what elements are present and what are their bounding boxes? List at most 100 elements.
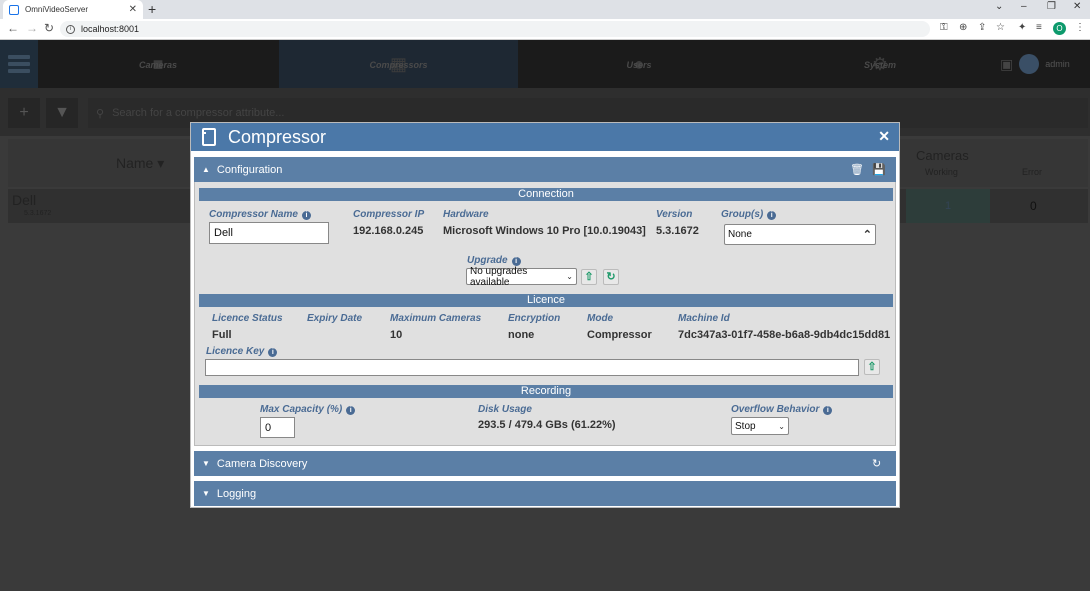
version-label: Version	[656, 209, 693, 220]
avatar	[1019, 54, 1040, 74]
search-icon: ⚲	[96, 107, 105, 120]
user-menu[interactable]: ▣ admin	[1000, 40, 1090, 88]
licence-status-value: Full	[212, 329, 232, 341]
max-capacity-label: Max Capacity (%) i	[260, 404, 356, 415]
error-column-header: Error	[1022, 167, 1042, 177]
recording-section-header: Recording	[199, 385, 893, 398]
trash-icon[interactable]: 🗑	[850, 163, 864, 176]
new-tab-icon[interactable]: +	[148, 1, 156, 17]
upload-licence-icon[interactable]: ⇧	[864, 359, 880, 375]
info-icon[interactable]: i	[301, 211, 311, 220]
tab-title: OmniVideoServer	[25, 5, 88, 14]
upgrade-label: Upgrade i	[467, 255, 521, 266]
row-working: 1	[906, 189, 990, 223]
machine-id-value: 7dc347a3-01f7-458e-b6a8-9db4dc15dd81	[678, 329, 891, 341]
machine-id-label: Machine Id	[678, 313, 730, 324]
groups-selected: None	[728, 229, 752, 240]
reload-icon[interactable]: ↻	[44, 21, 54, 35]
licence-key-input[interactable]	[205, 359, 859, 376]
chevron-up-icon: ⌃	[862, 229, 872, 241]
search-placeholder: Search for a compressor attribute...	[112, 107, 285, 119]
logging-label: Logging	[216, 487, 257, 500]
site-info-icon[interactable]: i	[66, 24, 75, 34]
address-input[interactable]: i localhost:8001	[60, 21, 930, 37]
nav-users[interactable]: ● Users	[519, 40, 759, 88]
max-capacity-input[interactable]	[260, 417, 295, 438]
licence-key-label: Licence Key i	[206, 346, 278, 357]
connection-section-header: Connection	[199, 188, 893, 201]
encryption-label: Encryption	[508, 313, 561, 324]
info-icon[interactable]: i	[268, 348, 278, 357]
expiry-date-label: Expiry Date	[307, 313, 363, 324]
info-icon[interactable]: i	[767, 211, 777, 220]
key-icon[interactable]: ⚿	[940, 22, 948, 33]
restore-icon[interactable]: ❐	[1047, 1, 1056, 12]
more-icon[interactable]: ⋮	[1075, 22, 1085, 33]
save-icon[interactable]: 💾	[872, 163, 886, 176]
nav-cameras[interactable]: ■ Cameras	[38, 40, 278, 88]
refresh-icon[interactable]: ↻	[603, 269, 619, 285]
language-icon[interactable]: ▣	[1000, 56, 1013, 73]
nav-cameras-label: Cameras	[138, 60, 178, 70]
overflow-behavior-select[interactable]: Stop ⌄	[731, 417, 789, 435]
caret-down-icon: ▼	[202, 489, 210, 498]
nav-compressors-label: Compressors	[369, 60, 428, 70]
info-icon[interactable]: i	[823, 406, 833, 415]
compressor-ip-label: Compressor IP	[353, 209, 425, 220]
upload-icon[interactable]: ⇧	[581, 269, 597, 285]
mode-label: Mode	[587, 313, 614, 324]
configuration-panel-header[interactable]: ▲ Configuration 🗑 💾	[194, 157, 896, 182]
nav-system[interactable]: ⚙ System	[760, 40, 1000, 88]
filter-button[interactable]: ▼	[46, 98, 78, 128]
name-column-header[interactable]: Name ▾	[116, 155, 164, 172]
logging-panel-header[interactable]: ▼ Logging	[194, 481, 896, 506]
compressor-name-input[interactable]	[209, 222, 329, 244]
upgrade-select[interactable]: No upgrades available ⌄	[466, 265, 577, 288]
nav-system-label: System	[863, 60, 897, 70]
compressor-dialog: Compressor ✕ ▲ Configuration 🗑 💾 Connect…	[190, 122, 900, 508]
user-name: admin	[1045, 59, 1070, 69]
groups-select[interactable]: None ⌃	[724, 224, 876, 245]
compressor-name-label: Compressor Name i	[209, 209, 311, 220]
forward-icon[interactable]: →	[26, 21, 38, 35]
close-tab-icon[interactable]: ✕	[129, 4, 137, 15]
upgrade-selected: No upgrades available	[470, 265, 528, 288]
browser-tab-bar: OmniVideoServer ✕ + ⌄ – ❐ ✕	[0, 0, 1090, 19]
close-icon[interactable]: ✕	[878, 128, 890, 145]
row-version: 5.3.1672	[24, 210, 52, 217]
max-cameras-label: Maximum Cameras	[390, 313, 482, 324]
camera-discovery-panel-header[interactable]: ▼ Camera Discovery ↻	[194, 451, 896, 476]
hardware-value: Microsoft Windows 10 Pro [10.0.19043]	[443, 225, 646, 237]
refresh-icon[interactable]: ↻	[872, 457, 881, 470]
share-icon[interactable]: ⇪	[978, 22, 986, 33]
zoom-icon[interactable]: ⊕	[959, 22, 967, 33]
licence-status-label: Licence Status	[212, 313, 283, 324]
star-icon[interactable]: ☆	[996, 22, 1005, 33]
reading-list-icon[interactable]: ≡	[1036, 22, 1042, 33]
camera-discovery-label: Camera Discovery	[216, 457, 308, 470]
disk-usage-value: 293.5 / 479.4 GBs (61.22%)	[478, 419, 616, 431]
mode-value: Compressor	[587, 329, 652, 341]
extensions-icon[interactable]: ✦	[1018, 22, 1026, 33]
chevron-down-icon: ⌄	[566, 272, 573, 281]
chip-icon	[202, 128, 216, 146]
dialog-title: Compressor	[228, 126, 327, 147]
compressor-ip-value: 192.168.0.245	[353, 225, 424, 237]
profile-avatar[interactable]: O	[1053, 22, 1066, 35]
add-button[interactable]: +	[8, 98, 40, 128]
info-icon[interactable]: i	[346, 406, 356, 415]
minimize-icon[interactable]: –	[1021, 1, 1027, 12]
hardware-label: Hardware	[443, 209, 489, 220]
close-window-icon[interactable]: ✕	[1073, 1, 1081, 12]
nav-compressors[interactable]: ▦ Compressors	[279, 40, 518, 88]
disk-usage-label: Disk Usage	[478, 404, 532, 415]
back-icon[interactable]: ←	[7, 21, 19, 35]
menu-button[interactable]	[0, 40, 38, 88]
row-error: 0	[1030, 199, 1037, 213]
encryption-value: none	[508, 329, 535, 341]
chevron-down-icon[interactable]: ⌄	[995, 1, 1003, 12]
browser-tab[interactable]: OmniVideoServer ✕	[3, 0, 143, 19]
page-icon	[9, 4, 19, 15]
nav-users-label: Users	[626, 60, 652, 70]
app-navbar: ■ Cameras ▦ Compressors ● Users ⚙ System…	[0, 40, 1090, 88]
